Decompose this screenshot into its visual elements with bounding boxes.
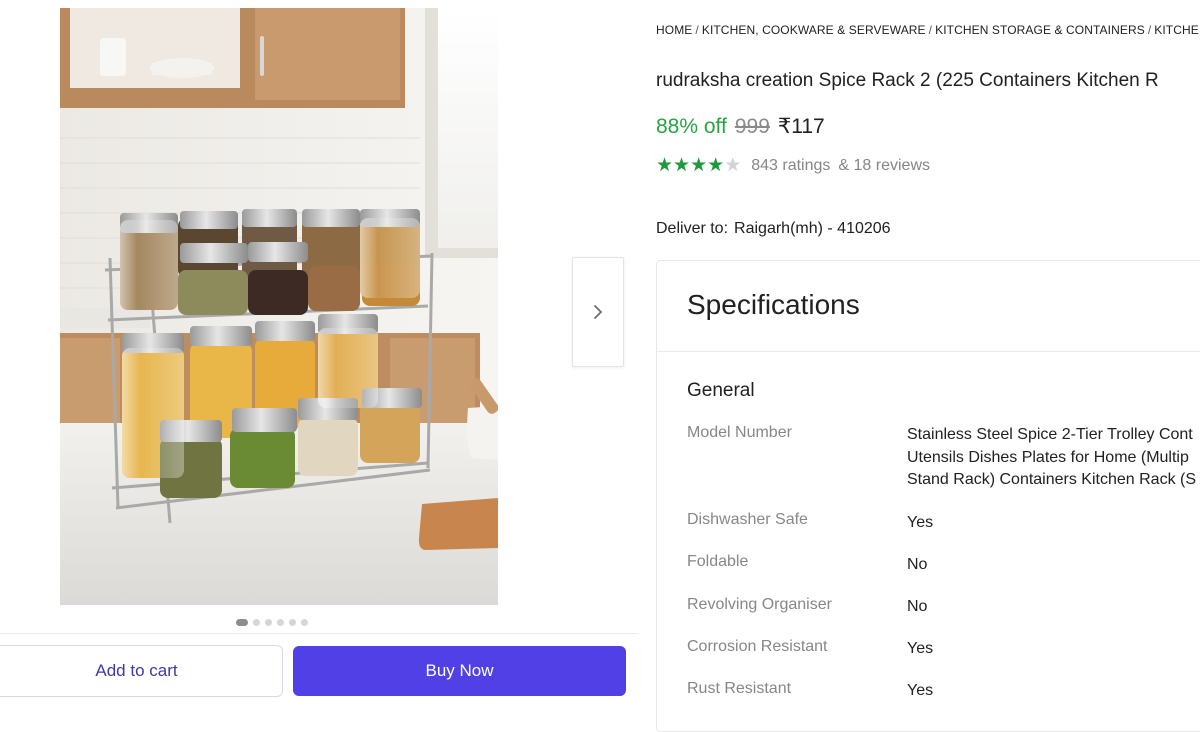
deliver-label: Deliver to: [656,220,729,237]
ratings-count: 843 ratings [751,156,831,174]
breadcrumb-item[interactable]: KITCHEN, COOKWARE & SERVEWARE [702,23,926,37]
star-icon: ★ [707,155,725,176]
carousel-dot[interactable] [277,619,284,626]
spec-label: Rust Resistant [687,680,792,697]
spec-value: Stainless Steel Spice 2-Tier Trolley Con… [907,424,1196,492]
breadcrumb-item[interactable]: KITCHEN STORAGE & CONTAINERS [935,23,1145,37]
selling-price: ₹117 [777,115,825,138]
specifications-heading: Specifications [687,289,860,320]
buy-now-button[interactable]: Buy Now [293,646,626,696]
spec-value: No [907,556,928,573]
deliver-pincode: Raigarh(mh) - 410206 [734,220,891,237]
rating-stars: ★★★★★ [656,154,741,177]
carousel-dot[interactable] [236,619,248,626]
carousel-dot[interactable] [301,619,308,626]
original-price: 999 [734,115,770,138]
breadcrumb-item[interactable]: HOME [656,23,692,37]
star-icon: ★ [656,155,674,176]
breadcrumb-item[interactable]: KITCHE [1154,23,1199,37]
product-image[interactable] [60,8,498,605]
spec-value-line: Stainless Steel Spice 2-Tier Trolley Con… [907,426,1193,443]
star-icon: ★ [673,155,691,176]
carousel-dots [236,619,308,626]
carousel-dot[interactable] [289,619,296,626]
spec-value: Yes [907,514,934,531]
add-to-cart-button[interactable]: Add to cart [0,645,283,697]
breadcrumb: HOME / KITCHEN, COOKWARE & SERVEWARE / KITCH… [656,23,1199,37]
spec-value: Yes [907,640,934,657]
spec-label: Foldable [687,553,749,570]
star-icon: ★ [690,155,708,176]
spec-label: Model Number [687,424,792,441]
price-row: 88% off 999 ₹117 [656,114,825,139]
star-empty-icon: ★ [724,155,742,176]
spice-rack-photo [60,8,498,605]
spec-label: Dishwasher Safe [687,511,808,528]
delivery-location[interactable]: Deliver to: Raigarh(mh) - 410206 [656,220,891,238]
spec-value: Yes [907,682,934,699]
reviews-count: & 18 reviews [838,156,930,174]
spec-value-line: Stand Rack) Containers Kitchen Rack (S [907,471,1197,488]
spec-label: Revolving Organiser [687,596,832,613]
spec-value-line: Utensils Dishes Plates for Home (Multip [907,448,1189,466]
specifications-header[interactable]: Specifications [657,261,1200,352]
carousel-dot[interactable] [253,619,260,626]
product-title: rudraksha creation Spice Rack 2 (225 Con… [656,70,1159,91]
specifications-card: Specifications General Model Number Stai… [656,260,1200,732]
carousel-dot[interactable] [265,619,272,626]
spec-value: No [907,598,928,615]
next-image-button[interactable] [572,257,624,367]
spec-section-title: General [687,380,755,401]
rating-row[interactable]: ★★★★★ 843 ratings & 18 reviews [656,154,930,177]
chevron-right-icon [594,305,603,319]
discount-label: 88% off [656,115,727,138]
spec-label: Corrosion Resistant [687,638,828,655]
